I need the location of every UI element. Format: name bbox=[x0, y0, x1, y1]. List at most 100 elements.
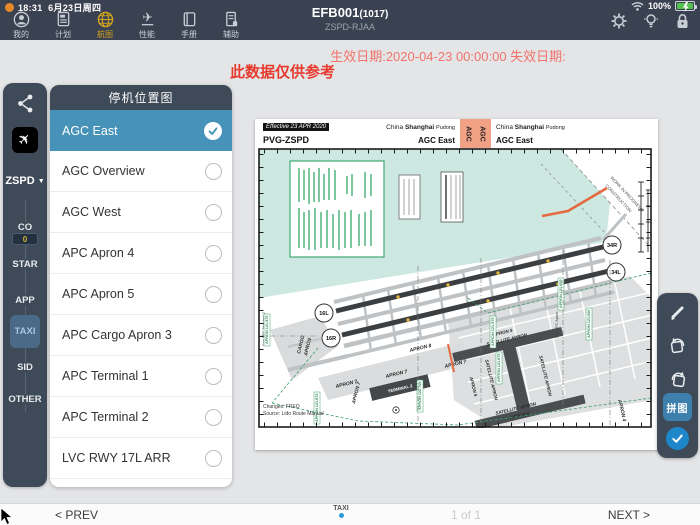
pencil-icon bbox=[670, 306, 683, 320]
svg-text:16R: 16R bbox=[326, 336, 336, 342]
rotate-right-tool[interactable] bbox=[657, 369, 698, 391]
chart-item-label: LVC RWY 17L ARR bbox=[62, 451, 171, 465]
chart-list-item[interactable]: APC Terminal 2 bbox=[50, 397, 232, 438]
ofp-document-icon bbox=[57, 11, 69, 27]
category-taxi-active[interactable]: TAXI bbox=[10, 315, 40, 348]
chart-effective-date: Effective 23 APR 2020 bbox=[263, 123, 330, 131]
chart-route-code: PVG-ZSPD bbox=[263, 135, 310, 145]
category-star[interactable]: STAR bbox=[3, 259, 47, 270]
tab-utilities[interactable]: 辅助 bbox=[210, 11, 252, 40]
chart-list-item[interactable]: LVC RWY 17L ARR bbox=[50, 438, 232, 479]
mosaic-button[interactable]: 拼图 bbox=[663, 393, 692, 421]
mode-label: TAXI bbox=[333, 505, 349, 512]
co-count-badge: 0 bbox=[12, 233, 38, 245]
svg-text:APRON 121.600: APRON 121.600 bbox=[587, 310, 591, 339]
chart-list-item-selected[interactable]: AGC East bbox=[50, 110, 232, 151]
brightness-bulb-icon[interactable] bbox=[643, 13, 659, 29]
globe-chart-icon bbox=[97, 11, 113, 28]
chart-list-item[interactable]: APC Apron 4 bbox=[50, 233, 232, 274]
rotate-left-icon bbox=[670, 337, 684, 354]
airport-code: ZSPD bbox=[5, 175, 35, 187]
chart-list-panel: 停机位置图 AGC East AGC Overview AGC West APC… bbox=[50, 85, 232, 487]
svg-text:APRON 121.650: APRON 121.650 bbox=[559, 280, 563, 309]
radio-unselected-icon bbox=[205, 409, 222, 426]
settings-gear-icon[interactable] bbox=[611, 13, 627, 29]
category-other[interactable]: OTHER bbox=[3, 394, 47, 405]
radio-unselected-icon bbox=[205, 327, 222, 344]
airplane-icon: ✈ bbox=[141, 11, 153, 26]
flight-route: ZSPD-RJAA bbox=[324, 22, 375, 32]
svg-text:34R: 34R bbox=[607, 243, 617, 249]
prev-button[interactable]: < PREV bbox=[55, 508, 98, 522]
airport-selector[interactable]: ZSPD ▼ bbox=[3, 175, 47, 187]
tab-plan[interactable]: 计划 bbox=[42, 11, 84, 40]
pencil-tool[interactable] bbox=[657, 302, 698, 322]
tab-charts-label: 航图 bbox=[97, 30, 113, 39]
chart-list-item[interactable]: AGC West bbox=[50, 192, 232, 233]
chart-list-item[interactable]: AGC Overview bbox=[50, 151, 232, 192]
tab-manuals[interactable]: 手册 bbox=[168, 11, 210, 40]
utilities-icon bbox=[225, 11, 237, 27]
radio-unselected-icon bbox=[205, 245, 222, 262]
tab-charts[interactable]: 航图 bbox=[84, 11, 126, 40]
chevron-down-icon: ▼ bbox=[37, 178, 45, 185]
confirm-button[interactable] bbox=[666, 427, 689, 450]
warning-note-box bbox=[440, 171, 464, 223]
chart-city-left: China Shanghai Pudong bbox=[386, 124, 455, 131]
next-button[interactable]: NEXT > bbox=[608, 508, 650, 522]
category-co[interactable]: CO bbox=[3, 222, 47, 233]
aircraft-mode-button[interactable]: ✈ bbox=[12, 127, 38, 153]
tab-text: AGC bbox=[464, 125, 472, 142]
radio-unselected-icon bbox=[205, 286, 222, 303]
tab-my-label: 我的 bbox=[13, 30, 29, 39]
chart-index-tab[interactable]: AGC AGC bbox=[460, 119, 491, 148]
svg-text:APRON 121.975: APRON 121.975 bbox=[265, 316, 269, 345]
share-button[interactable] bbox=[16, 93, 35, 119]
svg-text:APRON 121.875: APRON 121.875 bbox=[497, 354, 501, 383]
check-icon bbox=[672, 434, 683, 443]
see-apc-apron: See APC Apron bbox=[555, 312, 559, 338]
chart-page[interactable]: Effective 23 APR 2020 PVG-ZSPD China Sha… bbox=[255, 119, 658, 450]
chart-item-label: AGC East bbox=[62, 123, 118, 138]
page-mode-indicator: TAXI bbox=[326, 505, 356, 518]
chart-item-label: AGC Overview bbox=[62, 164, 145, 178]
tab-performance[interactable]: ✈ 性能 bbox=[126, 11, 168, 40]
main-nav-tabs: 我的 计划 航图 ✈ 性能 手册 辅助 bbox=[0, 11, 252, 40]
category-app[interactable]: APP bbox=[3, 295, 47, 306]
flight-id: EFB001 bbox=[311, 5, 360, 20]
chart-list-item[interactable]: APC Apron 5 bbox=[50, 274, 232, 315]
rotate-left-tool[interactable] bbox=[657, 335, 698, 357]
chart-name-right: AGC East bbox=[496, 136, 533, 145]
radio-unselected-icon bbox=[205, 204, 222, 221]
frequency-info-box bbox=[289, 160, 385, 258]
chart-city-right: China Shanghai Pudong bbox=[496, 124, 565, 131]
efb-app-screen: 18:31 6月23日周四 100% 我的 计划 航图 ✈ 性能 手册 辅助 E… bbox=[0, 0, 700, 525]
topbar-actions bbox=[611, 13, 690, 29]
chart-list-item[interactable]: APC Terminal 1 bbox=[50, 356, 232, 397]
svg-text:34L: 34L bbox=[611, 270, 621, 276]
left-rail: ✈ ZSPD ▼ CO 0 STAR APP TAXI SID OTHER bbox=[3, 83, 47, 487]
mouse-cursor bbox=[0, 508, 13, 525]
page-counter: 1 of 1 bbox=[450, 508, 482, 522]
radio-unselected-icon bbox=[205, 163, 222, 180]
flight-title: EFB001(1017) ZSPD-RJAA bbox=[250, 5, 450, 32]
chart-list-item[interactable]: APC Cargo Apron 3 bbox=[50, 315, 232, 356]
selected-check-icon bbox=[204, 122, 222, 140]
chart-item-label: APC Apron 4 bbox=[62, 246, 135, 260]
lock-icon[interactable] bbox=[675, 13, 690, 29]
chart-item-label: APC Terminal 1 bbox=[62, 369, 149, 383]
chart-changes: Changes: FREQ bbox=[263, 404, 300, 410]
svg-text:APRON 122.700: APRON 122.700 bbox=[418, 382, 422, 411]
svg-text:16L: 16L bbox=[319, 311, 329, 317]
svg-text:APRON 121.975: APRON 121.975 bbox=[491, 318, 495, 347]
tab-my[interactable]: 我的 bbox=[0, 11, 42, 40]
chart-item-label: APC Apron 5 bbox=[62, 287, 135, 301]
tab-manuals-label: 手册 bbox=[181, 30, 197, 39]
person-icon bbox=[13, 11, 29, 28]
book-icon bbox=[183, 12, 195, 27]
flight-number: (1017) bbox=[359, 9, 389, 20]
category-sid[interactable]: SID bbox=[3, 362, 47, 373]
battery-icon bbox=[675, 1, 697, 12]
data-disclaimer: 此数据仅供参考 bbox=[230, 64, 336, 81]
airport-diagram[interactable]: WORK IN PROGRESS CONSTRUCTION TERMINAL 2… bbox=[258, 148, 652, 428]
